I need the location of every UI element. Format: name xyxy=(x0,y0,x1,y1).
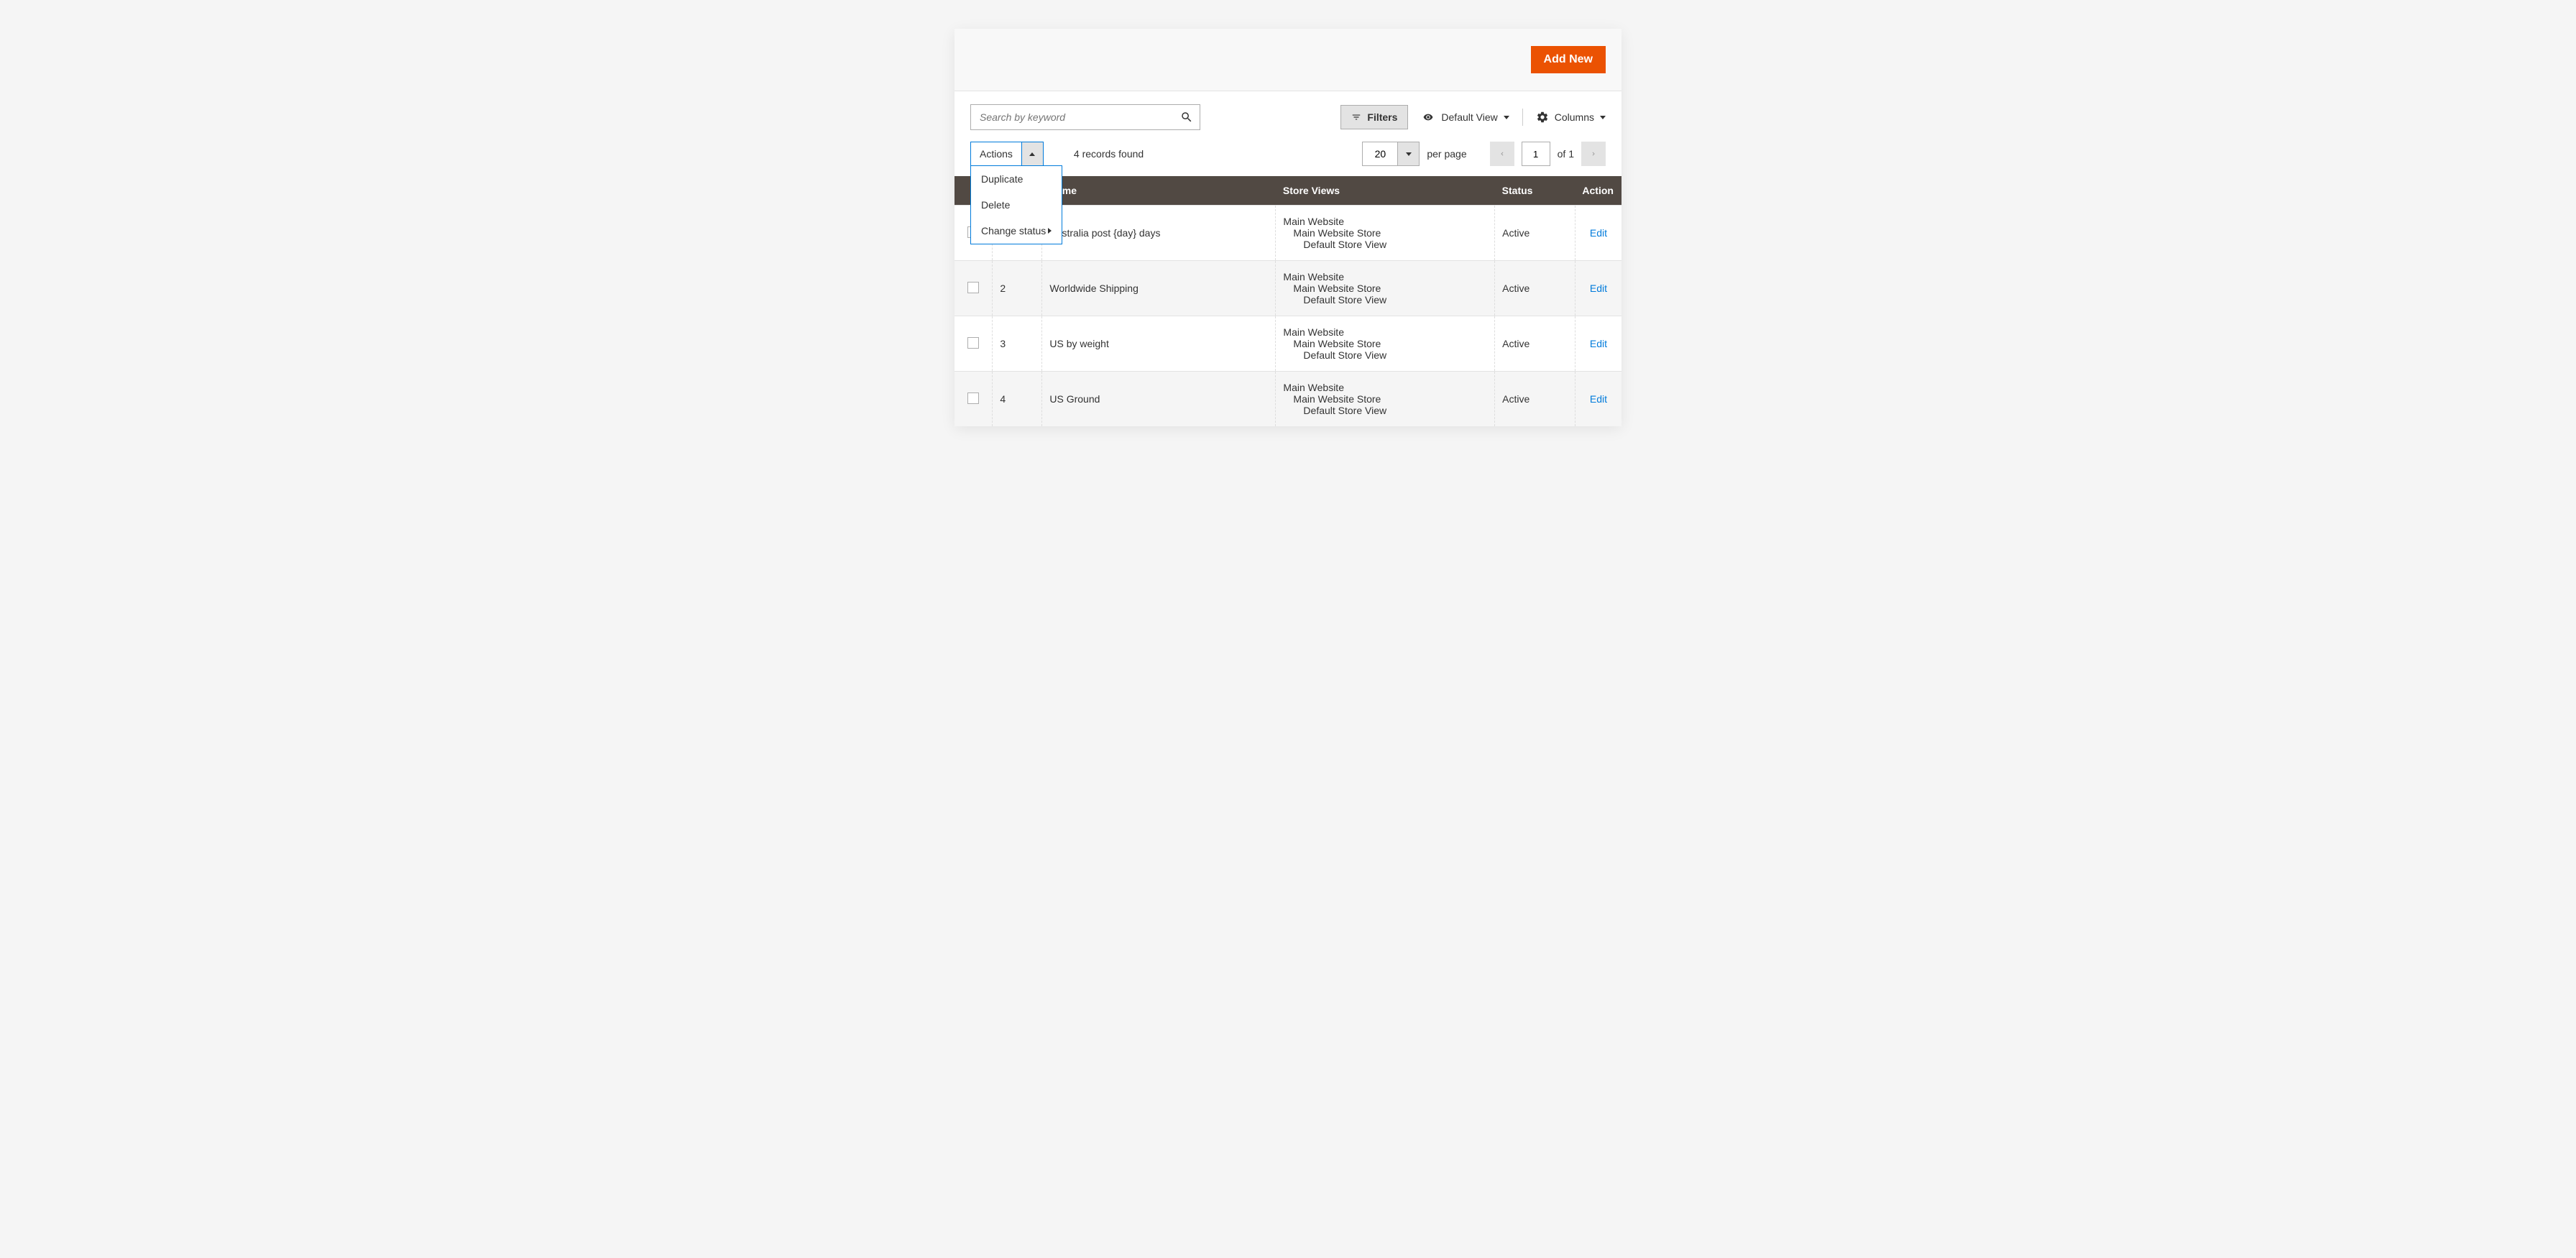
row-checkbox[interactable] xyxy=(967,282,979,293)
store-store: Main Website Store xyxy=(1283,338,1487,349)
admin-grid-panel: Add New Filters Default View Columns xyxy=(954,29,1622,426)
edit-link[interactable]: Edit xyxy=(1590,227,1607,239)
default-view-control[interactable]: Default View xyxy=(1421,111,1509,123)
cell-action: Edit xyxy=(1575,372,1622,427)
store-view: Default Store View xyxy=(1283,349,1487,361)
store-view: Default Store View xyxy=(1283,294,1487,306)
cell-status: Active xyxy=(1495,261,1576,316)
columns-control[interactable]: Columns xyxy=(1536,111,1606,124)
header-action: Action xyxy=(1575,176,1622,206)
cell-name: Worldwide Shipping xyxy=(1042,261,1276,316)
dropdown-item-label: Duplicate xyxy=(981,173,1023,185)
actions-button[interactable]: Actions xyxy=(970,142,1022,166)
right-controls: Filters Default View Columns xyxy=(1340,105,1606,129)
edit-link[interactable]: Edit xyxy=(1590,338,1607,349)
next-page-button[interactable] xyxy=(1581,142,1606,166)
add-new-button[interactable]: Add New xyxy=(1531,46,1606,73)
dropdown-item-label: Delete xyxy=(981,199,1010,211)
store-view: Default Store View xyxy=(1283,405,1487,416)
row-checkbox[interactable] xyxy=(967,392,979,404)
edit-link[interactable]: Edit xyxy=(1590,283,1607,294)
cell-status: Active xyxy=(1495,316,1576,372)
cell-checkbox xyxy=(954,372,993,427)
cell-id: 3 xyxy=(993,316,1042,372)
filters-button[interactable]: Filters xyxy=(1340,105,1408,129)
cell-action: Edit xyxy=(1575,316,1622,372)
actions-caret-button[interactable] xyxy=(1022,142,1044,166)
edit-link[interactable]: Edit xyxy=(1590,393,1607,405)
store-view: Default Store View xyxy=(1283,239,1487,250)
gear-icon xyxy=(1536,111,1549,124)
caret-down-icon xyxy=(1504,116,1509,119)
table-row: 4 US Ground Main Website Main Website St… xyxy=(954,372,1622,427)
search-input[interactable] xyxy=(970,104,1200,130)
store-store: Main Website Store xyxy=(1283,283,1487,294)
chevron-right-icon xyxy=(1590,150,1597,158)
header-status[interactable]: Status xyxy=(1495,176,1576,206)
search-icon[interactable] xyxy=(1180,111,1193,124)
page-header: Add New xyxy=(954,29,1622,91)
dropdown-item-delete[interactable]: Delete xyxy=(971,192,1062,218)
chevron-left-icon xyxy=(1499,150,1506,158)
store-website: Main Website xyxy=(1283,326,1487,338)
caret-up-icon xyxy=(1029,152,1035,156)
cell-name: US by weight xyxy=(1042,316,1276,372)
cell-store-views: Main Website Main Website Store Default … xyxy=(1276,372,1495,427)
cell-store-views: Main Website Main Website Store Default … xyxy=(1276,316,1495,372)
default-view-label: Default View xyxy=(1441,111,1497,123)
cell-status: Active xyxy=(1495,372,1576,427)
submenu-arrow-icon xyxy=(1048,228,1052,234)
page-number-input[interactable] xyxy=(1522,142,1550,166)
divider xyxy=(1522,109,1523,126)
caret-down-icon xyxy=(1406,152,1412,156)
page-size-caret-button[interactable] xyxy=(1398,142,1420,166)
store-store: Main Website Store xyxy=(1283,227,1487,239)
grid-controls-row: Filters Default View Columns xyxy=(954,91,1622,130)
eye-icon xyxy=(1421,112,1435,122)
table-row: 2 Worldwide Shipping Main Website Main W… xyxy=(954,261,1622,316)
cell-checkbox xyxy=(954,316,993,372)
prev-page-button[interactable] xyxy=(1490,142,1514,166)
cell-action: Edit xyxy=(1575,261,1622,316)
cell-store-views: Main Website Main Website Store Default … xyxy=(1276,206,1495,261)
search-wrap xyxy=(970,104,1200,130)
store-store: Main Website Store xyxy=(1283,393,1487,405)
cell-status: Active xyxy=(1495,206,1576,261)
cell-checkbox xyxy=(954,261,993,316)
table-row: 3 US by weight Main Website Main Website… xyxy=(954,316,1622,372)
cell-name: US Ground xyxy=(1042,372,1276,427)
store-website: Main Website xyxy=(1283,216,1487,227)
records-found-text: 4 records found xyxy=(1074,148,1144,160)
dropdown-item-duplicate[interactable]: Duplicate xyxy=(971,166,1062,192)
store-website: Main Website xyxy=(1283,271,1487,283)
header-name[interactable]: Name xyxy=(1042,176,1276,206)
filters-label: Filters xyxy=(1367,111,1397,123)
funnel-icon xyxy=(1351,112,1361,122)
per-page-label: per page xyxy=(1427,148,1466,160)
columns-label: Columns xyxy=(1555,111,1594,123)
cell-id: 4 xyxy=(993,372,1042,427)
pagination-group: per page of 1 xyxy=(1362,142,1606,166)
row-checkbox[interactable] xyxy=(967,337,979,349)
cell-store-views: Main Website Main Website Store Default … xyxy=(1276,261,1495,316)
cell-action: Edit xyxy=(1575,206,1622,261)
cell-id: 2 xyxy=(993,261,1042,316)
page-size-input[interactable] xyxy=(1362,142,1398,166)
dropdown-item-change-status[interactable]: Change status xyxy=(971,218,1062,244)
grid-second-row: Actions Duplicate Delete Change status xyxy=(954,130,1622,176)
caret-down-icon xyxy=(1600,116,1606,119)
store-website: Main Website xyxy=(1283,382,1487,393)
left-second: Actions Duplicate Delete Change status xyxy=(970,142,1144,166)
actions-dropdown-menu: Duplicate Delete Change status xyxy=(970,165,1062,244)
dropdown-item-label: Change status xyxy=(981,225,1046,237)
actions-dropdown-group: Actions Duplicate Delete Change status xyxy=(970,142,1044,166)
of-pages-label: of 1 xyxy=(1558,148,1574,160)
header-store-views[interactable]: Store Views xyxy=(1276,176,1495,206)
cell-name: Australia post {day} days xyxy=(1042,206,1276,261)
